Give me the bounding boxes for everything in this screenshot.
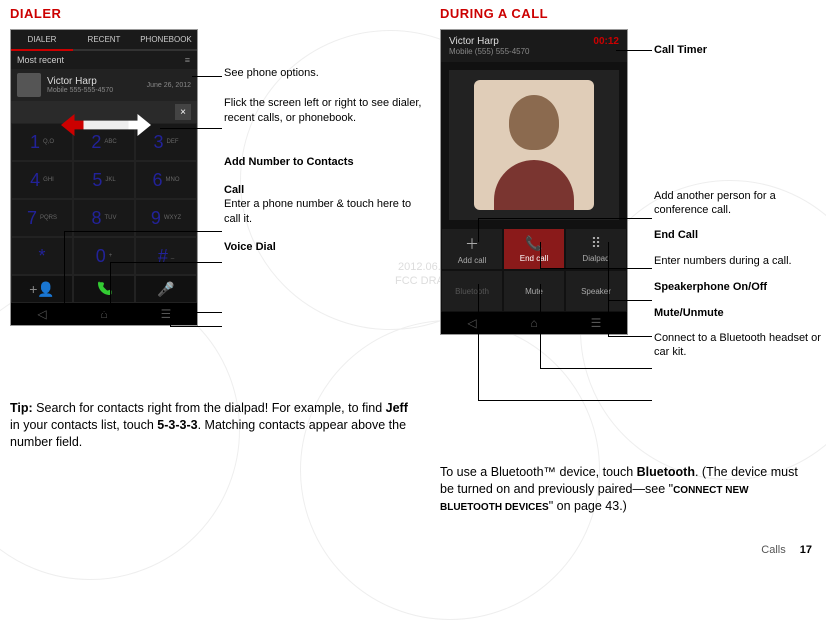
callout-timer: Call Timer xyxy=(654,44,824,58)
nav-home-2[interactable]: ⌂ xyxy=(503,312,565,334)
mute-button[interactable]: Mute xyxy=(503,270,565,312)
callout-speaker: Speakerphone On/Off xyxy=(654,281,824,295)
section-title-dialer: DIALER xyxy=(10,6,410,21)
dialpad-button[interactable]: ⠿Dialpad xyxy=(565,228,627,270)
callout-add-contact: Add Number to Contacts xyxy=(224,155,424,169)
page-footer: Calls17 xyxy=(761,544,812,556)
speaker-button[interactable]: Speaker xyxy=(565,270,627,312)
tab-recent[interactable]: RECENT xyxy=(73,30,135,51)
keypad: 1Q,O 2ABC 3DEF 4GHI 5JKL 6MNO 7PQRS 8TUV… xyxy=(11,123,197,275)
tab-phonebook[interactable]: PHONEBOOK xyxy=(135,30,197,51)
contact-date: June 26, 2012 xyxy=(147,82,191,89)
number-field[interactable]: × xyxy=(11,101,197,123)
dialer-phone-mock: DIALER RECENT PHONEBOOK Most recent ≡ Vi… xyxy=(10,29,198,326)
call-timer: 00:12 xyxy=(593,36,619,47)
key-6[interactable]: 6MNO xyxy=(135,161,197,199)
nav-recent[interactable]: ☰ xyxy=(135,303,197,325)
callout-options: See phone options. xyxy=(224,66,424,80)
callout-bluetooth: Connect to a Bluetooth headset or car ki… xyxy=(654,332,824,360)
voice-dial-button[interactable]: 🎤 xyxy=(135,275,197,303)
nav-recent-2[interactable]: ☰ xyxy=(565,312,627,334)
recent-contact-row[interactable]: Victor Harp Mobile 555-555-4570 June 26,… xyxy=(11,69,197,101)
add-call-button[interactable]: ＋Add call xyxy=(441,228,503,270)
callout-call: Call Enter a phone number & touch here t… xyxy=(224,183,424,226)
callout-voice-dial: Voice Dial xyxy=(224,240,424,254)
callout-end-call: End Call xyxy=(654,229,824,243)
tab-dialer[interactable]: DIALER xyxy=(11,30,73,51)
avatar xyxy=(17,73,41,97)
key-4[interactable]: 4GHI xyxy=(11,161,73,199)
key-0[interactable]: 0+ xyxy=(73,237,135,275)
call-button[interactable] xyxy=(73,275,135,303)
contact-number: Mobile 555-555-4570 xyxy=(47,87,141,94)
contact-name: Victor Harp xyxy=(47,76,141,87)
end-call-button[interactable]: 📞End call xyxy=(503,228,565,270)
bluetooth-paragraph: To use a Bluetooth™ device, touch Blueto… xyxy=(440,446,810,515)
nav-back-2[interactable]: ◁ xyxy=(441,312,503,334)
tip-paragraph: Tip: Search for contacts right from the … xyxy=(10,386,410,451)
incall-number: Mobile (555) 555-4570 xyxy=(449,47,530,56)
key-hash[interactable]: #_ xyxy=(135,237,197,275)
caller-photo xyxy=(449,70,619,220)
section-title-during-call: DURING A CALL xyxy=(440,6,820,21)
callout-flick: Flick the screen left or right to see di… xyxy=(224,96,424,125)
plus-icon: ＋ xyxy=(465,234,479,254)
incall-name: Victor Harp xyxy=(449,36,530,47)
incall-phone-mock: Victor Harp Mobile (555) 555-4570 00:12 … xyxy=(440,29,628,335)
callout-mute: Mute/Unmute xyxy=(654,307,824,321)
key-1[interactable]: 1Q,O xyxy=(11,123,73,161)
clear-icon[interactable]: × xyxy=(175,104,191,120)
most-recent-label: Most recent xyxy=(17,55,64,65)
callout-dialpad: Enter numbers during a call. xyxy=(654,255,824,269)
nav-home[interactable]: ⌂ xyxy=(73,303,135,325)
callout-add-person: Add another person for a conference call… xyxy=(654,190,824,218)
bluetooth-button[interactable]: Bluetooth xyxy=(441,270,503,312)
options-icon[interactable]: ≡ xyxy=(185,55,191,65)
key-5[interactable]: 5JKL xyxy=(73,161,135,199)
dialpad-icon: ⠿ xyxy=(591,235,601,252)
